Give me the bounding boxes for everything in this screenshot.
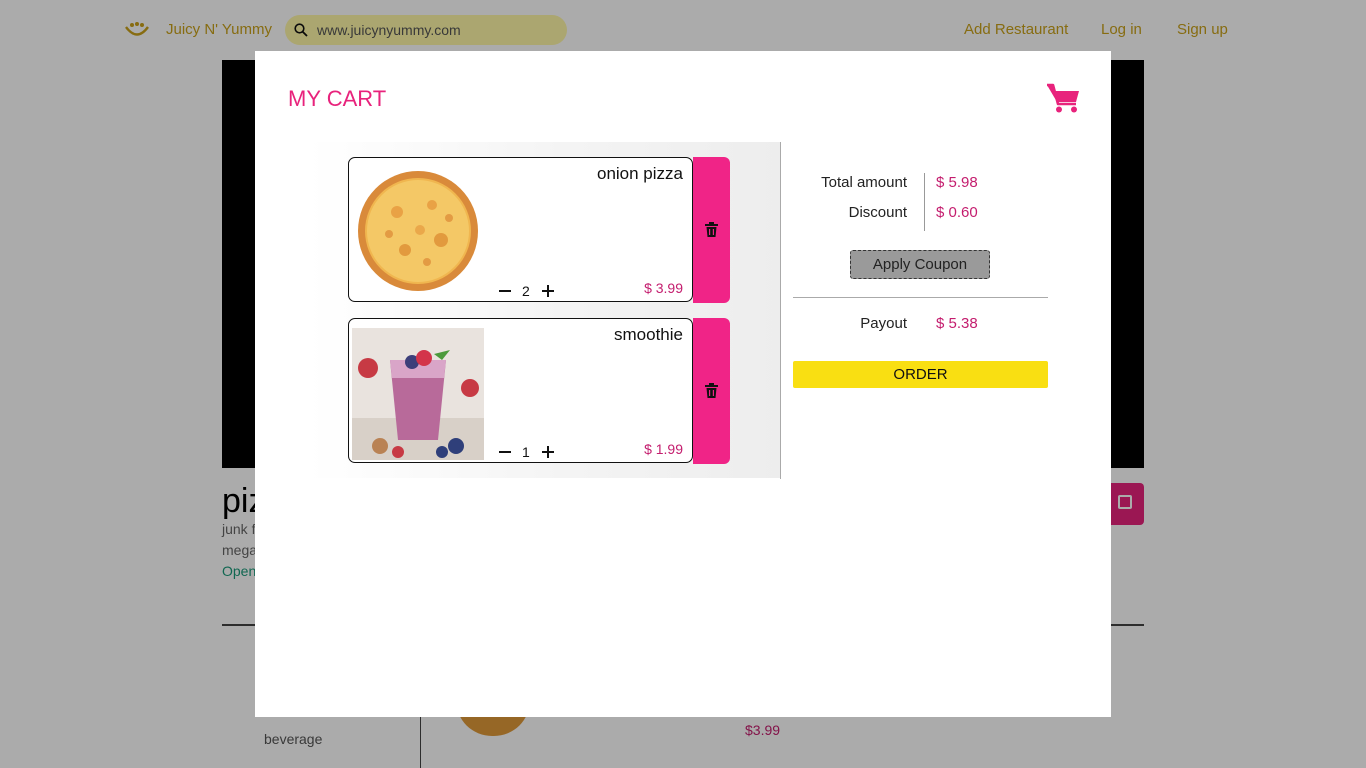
item-name: onion pizza <box>596 164 683 183</box>
minus-icon[interactable] <box>499 285 511 297</box>
item-quantity: 1 <box>522 444 530 460</box>
trash-icon <box>705 222 718 237</box>
payout-label: Payout <box>860 315 907 332</box>
cart-modal: MY CART onion pizza 2 $ 3.99 smoothie 1 … <box>255 51 1111 717</box>
item-name: smoothie <box>614 325 683 344</box>
item-price: $ 3.99 <box>644 280 683 296</box>
plus-icon[interactable] <box>542 446 554 458</box>
total-amount-value: $ 5.98 <box>936 174 978 191</box>
item-price: $ 1.99 <box>644 441 683 457</box>
payout-value: $ 5.38 <box>936 315 978 332</box>
pizza-image <box>358 171 478 291</box>
cart-item: onion pizza 2 $ 3.99 <box>348 157 693 302</box>
delete-item-button[interactable] <box>693 157 730 303</box>
cart-icon <box>1047 83 1079 113</box>
cart-divider <box>780 142 781 479</box>
cart-item: smoothie 1 $ 1.99 <box>348 318 693 463</box>
minus-icon[interactable] <box>499 446 511 458</box>
apply-coupon-button[interactable]: Apply Coupon <box>850 250 990 279</box>
delete-item-button[interactable] <box>693 318 730 464</box>
summary-divider <box>924 173 925 231</box>
summary-separator <box>793 297 1048 298</box>
order-button[interactable]: ORDER <box>793 361 1048 388</box>
trash-icon <box>705 383 718 398</box>
plus-icon[interactable] <box>542 285 554 297</box>
cart-title: MY CART <box>288 86 387 111</box>
discount-value: $ 0.60 <box>936 204 978 221</box>
item-quantity: 2 <box>522 283 530 299</box>
cart-items-panel: onion pizza 2 $ 3.99 smoothie 1 $ 1.99 <box>308 142 780 478</box>
smoothie-image <box>352 328 484 460</box>
discount-label: Discount <box>848 204 907 221</box>
total-amount-label: Total amount <box>821 174 907 191</box>
